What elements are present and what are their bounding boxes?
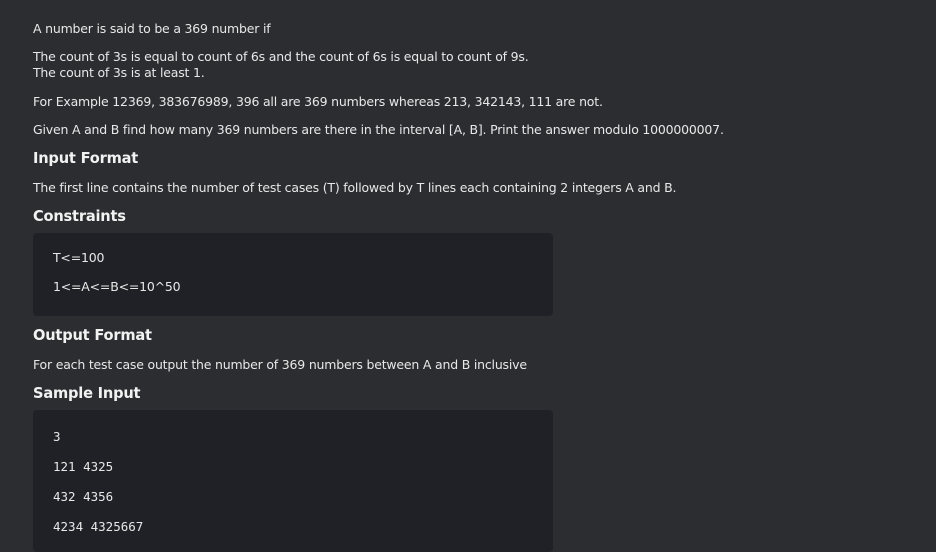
problem-task: Given A and B find how many 369 numbers … [33,122,724,137]
output-format-heading: Output Format [33,327,152,344]
sample-input-line: 3 [53,429,61,444]
output-format-description: For each test case output the number of … [33,357,527,372]
problem-intro: A number is said to be a 369 number if [33,21,271,36]
sample-input-box: 3 121 4325 432 4356 4234 4325667 [33,410,553,552]
problem-example: For Example 12369, 383676989, 396 all ar… [33,94,603,109]
constraint-line: T<=100 [53,250,105,265]
constraints-box: T<=100 1<=A<=B<=10^50 [33,233,553,316]
problem-condition-2: The count of 3s is at least 1. [33,65,205,80]
problem-statement: A number is said to be a 369 number if T… [0,0,913,552]
sample-input-line: 4234 4325667 [53,519,144,534]
sample-input-line: 121 4325 [53,459,114,474]
constraints-heading: Constraints [33,208,126,225]
sample-input-line: 432 4356 [53,489,114,504]
sample-input-heading: Sample Input [33,385,141,402]
constraint-line: 1<=A<=B<=10^50 [53,279,181,294]
input-format-heading: Input Format [33,150,139,167]
problem-condition-1: The count of 3s is equal to count of 6s … [33,49,529,64]
input-format-description: The first line contains the number of te… [33,180,677,195]
